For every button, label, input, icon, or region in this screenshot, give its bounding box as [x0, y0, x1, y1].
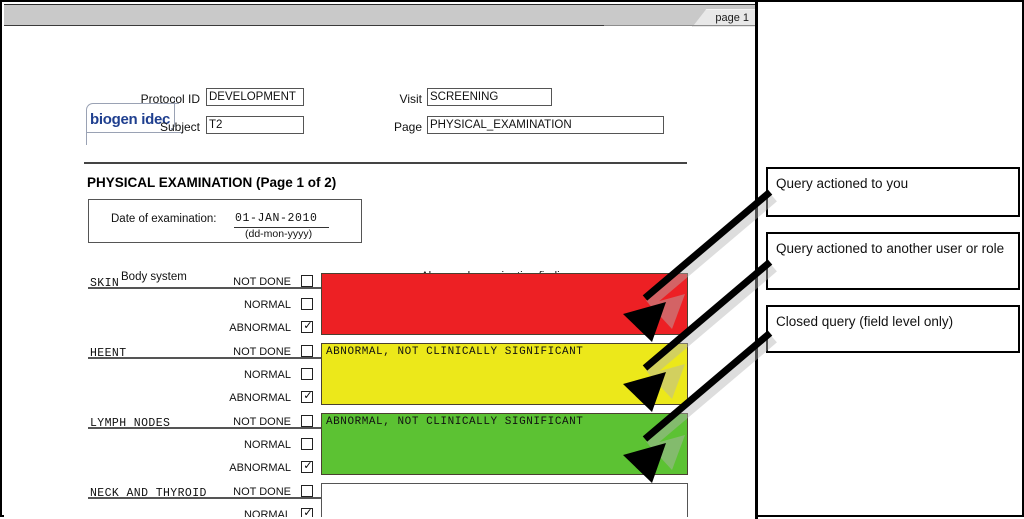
checkbox-lymph-abnormal[interactable] [301, 459, 314, 473]
page-title: PHYSICAL EXAMINATION (Page 1 of 2) [87, 175, 337, 190]
edc-application-window: page 1 biogen idec Protocol ID DEVELOPME… [4, 4, 755, 517]
checkbox-skin-normal[interactable] [301, 298, 313, 310]
checkbox-skin-not-done[interactable] [301, 275, 313, 287]
date-of-examination-value[interactable]: 01-JAN-2010 [235, 212, 318, 225]
checkbox-heent-abnormal[interactable] [301, 389, 314, 403]
checkbox-lymph-normal[interactable] [301, 438, 313, 450]
visit-label: Visit [399, 92, 422, 106]
option-label-normal: NORMAL [243, 439, 291, 451]
option-label-not-done: NOT DONE [233, 486, 291, 498]
visit-field[interactable]: SCREENING [427, 88, 552, 106]
legend-panel: Query actioned to you Query actioned to … [758, 4, 1024, 517]
header-divider [84, 162, 687, 164]
screenshot-canvas: page 1 biogen idec Protocol ID DEVELOPME… [0, 0, 1024, 519]
option-label-normal: NORMAL [243, 299, 291, 311]
checkbox-neck-not-done[interactable] [301, 485, 313, 497]
option-label-abnormal: ABNORMAL [229, 322, 291, 334]
option-label-abnormal: ABNORMAL [229, 392, 291, 404]
option-label-not-done: NOT DONE [233, 416, 291, 428]
date-of-examination-label: Date of examination: [111, 213, 217, 225]
table-row: HEENT [90, 347, 127, 360]
findings-field-heent[interactable]: ABNORMAL, NOT CLINICALLY SIGNIFICANT [321, 343, 688, 405]
protocol-id-field[interactable]: DEVELOPMENT [206, 88, 304, 106]
subject-field[interactable]: T2 [206, 116, 304, 134]
legend-item-query-actioned-to-you: Query actioned to you [766, 167, 1020, 217]
findings-field-neck-thyroid[interactable] [321, 483, 688, 517]
tab-strip-underline [604, 25, 755, 26]
option-label-abnormal: ABNORMAL [229, 462, 291, 474]
page-field[interactable]: PHYSICAL_EXAMINATION [427, 116, 664, 134]
application-toolbar: page 1 [4, 4, 755, 27]
option-label-normal: NORMAL [243, 509, 291, 517]
checkbox-neck-normal[interactable] [301, 506, 314, 517]
table-row: SKIN [90, 277, 120, 290]
findings-field-lymph-nodes[interactable]: ABNORMAL, NOT CLINICALLY SIGNIFICANT [321, 413, 688, 475]
option-label-not-done: NOT DONE [233, 276, 291, 288]
protocol-id-label: Protocol ID [140, 92, 200, 106]
subject-label: Subject [159, 120, 200, 134]
option-label-not-done: NOT DONE [233, 346, 291, 358]
legend-item-query-actioned-to-another: Query actioned to another user or role [766, 232, 1020, 290]
checkbox-heent-not-done[interactable] [301, 345, 313, 357]
table-row: LYMPH NODES [90, 417, 171, 430]
option-label-normal: NORMAL [243, 369, 291, 381]
date-format-hint: (dd-mon-yyyy) [245, 228, 313, 240]
checkbox-lymph-not-done[interactable] [301, 415, 313, 427]
checkbox-skin-abnormal[interactable] [301, 319, 314, 333]
page-label: Page [393, 120, 422, 134]
findings-field-skin[interactable] [321, 273, 688, 335]
checkbox-heent-normal[interactable] [301, 368, 313, 380]
legend-item-closed-query: Closed query (field level only) [766, 305, 1020, 353]
crf-page: biogen idec Protocol ID DEVELOPMENT Subj… [4, 27, 755, 517]
